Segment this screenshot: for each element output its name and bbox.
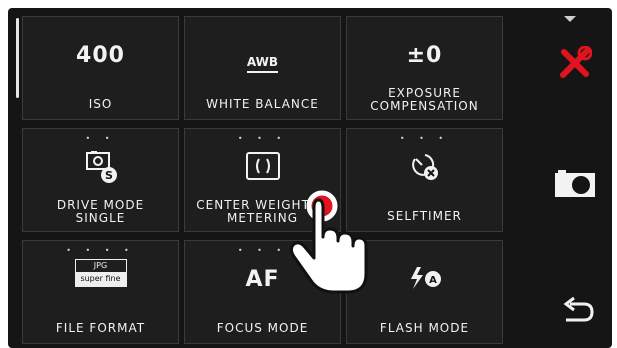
selftimer-off-icon bbox=[411, 154, 438, 180]
iso-label: ISO bbox=[88, 97, 113, 111]
tile-white-balance[interactable]: AWB WHITE BALANCE bbox=[184, 16, 341, 120]
drive-mode-label-line2: SINGLE bbox=[75, 211, 126, 225]
file-format-label: FILE FORMAT bbox=[55, 321, 146, 335]
tile-drive-mode[interactable]: • • S DRIVE MODE SINGLE bbox=[22, 128, 179, 232]
drive-mode-single-icon: S bbox=[85, 151, 117, 183]
exposure-label-line2: COMPENSATION bbox=[370, 99, 479, 113]
white-balance-value-wrap: AWB bbox=[185, 47, 340, 73]
file-format-icon: JPG super fine bbox=[74, 259, 127, 287]
camera-menu-screen: 400 ISO AWB WHITE BALANCE ±0 EXPOSURE CO… bbox=[8, 8, 612, 348]
flash-auto-icon: A bbox=[410, 267, 441, 289]
exposure-value: ±0 bbox=[406, 43, 443, 68]
back-arrow-icon[interactable] bbox=[562, 296, 596, 326]
selftimer-dots: • • • bbox=[399, 134, 450, 143]
iso-value: 400 bbox=[76, 43, 125, 68]
flash-mode-label: FLASH MODE bbox=[379, 321, 470, 335]
scroll-down-indicator-icon[interactable] bbox=[564, 16, 576, 22]
focus-mode-label: FOCUS MODE bbox=[216, 321, 309, 335]
white-balance-value: AWB bbox=[246, 55, 279, 73]
svg-text:S: S bbox=[105, 169, 113, 182]
tile-exposure-compensation[interactable]: ±0 EXPOSURE COMPENSATION bbox=[346, 16, 503, 120]
camera-icon[interactable] bbox=[554, 170, 596, 198]
file-format-quality: super fine bbox=[75, 272, 126, 286]
svg-text:A: A bbox=[429, 275, 437, 286]
exposure-label: EXPOSURE COMPENSATION bbox=[347, 87, 502, 113]
tile-iso[interactable]: 400 ISO bbox=[22, 16, 179, 120]
drive-mode-label: DRIVE MODE SINGLE bbox=[23, 199, 178, 225]
metering-dots: • • • bbox=[237, 134, 288, 143]
hand-tap-icon bbox=[289, 190, 368, 294]
file-format-jpg: JPG bbox=[93, 261, 108, 270]
tools-icon[interactable] bbox=[558, 46, 592, 80]
scrollbar[interactable] bbox=[16, 18, 19, 98]
file-format-dots: • • • • bbox=[66, 246, 135, 255]
side-panel bbox=[512, 8, 612, 348]
drive-mode-dots: • • bbox=[85, 134, 116, 143]
center-weighted-metering-icon bbox=[245, 152, 280, 180]
tile-file-format[interactable]: • • • • JPG super fine FILE FORMAT bbox=[22, 240, 179, 344]
white-balance-label: WHITE BALANCE bbox=[206, 97, 319, 111]
menu-grid: 400 ISO AWB WHITE BALANCE ±0 EXPOSURE CO… bbox=[22, 16, 512, 348]
